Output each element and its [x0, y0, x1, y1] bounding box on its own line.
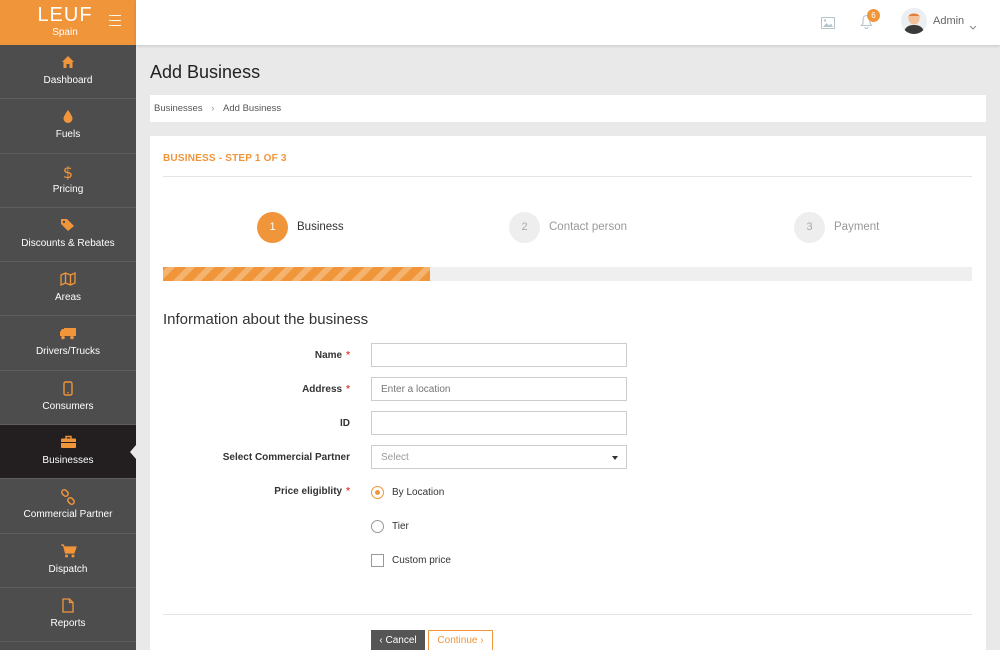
- sidebar-item-label: Reports: [50, 617, 86, 629]
- sidebar-item-fuels[interactable]: Fuels: [0, 99, 136, 154]
- dollar-icon: $: [0, 164, 136, 180]
- chevron-right-icon: ›: [211, 103, 215, 114]
- sidebar-item-label: Fuels: [55, 129, 81, 141]
- option-label-tier: Tier: [392, 521, 409, 532]
- option-label-custom-price: Custom price: [392, 555, 451, 566]
- cancel-button[interactable]: ‹ Cancel: [371, 630, 425, 650]
- step-number: 3: [794, 212, 825, 243]
- sidebar-item-dispatch[interactable]: Dispatch: [0, 534, 136, 588]
- svg-text:$: $: [63, 164, 73, 180]
- image-icon[interactable]: [821, 16, 835, 34]
- breadcrumb: Businesses › Add Business: [150, 95, 986, 122]
- section-title: Information about the business: [163, 311, 369, 328]
- menu-toggle-icon[interactable]: [109, 15, 121, 26]
- name-label: Name *: [314, 350, 350, 361]
- topbar: 6 Admin: [136, 0, 1000, 45]
- radio-by-location[interactable]: [371, 486, 384, 499]
- step-title: BUSINESS - STEP 1 OF 3: [163, 153, 287, 164]
- briefcase-icon: [0, 435, 136, 451]
- partner-label: Select Commercial Partner: [222, 452, 350, 463]
- option-label-by-location: By Location: [392, 487, 445, 498]
- divider: [163, 614, 972, 615]
- drop-icon: [0, 109, 136, 125]
- sidebar-item-drivers[interactable]: Drivers/Trucks: [0, 316, 136, 371]
- truck-icon: [0, 326, 136, 342]
- link-icon: [0, 489, 136, 506]
- sidebar-item-commercial-partner[interactable]: Commercial Partner: [0, 479, 136, 534]
- continue-button[interactable]: Continue ›: [428, 630, 493, 650]
- sidebar-item-consumers[interactable]: Consumers: [0, 371, 136, 426]
- checkbox-custom-price[interactable]: [371, 554, 384, 567]
- tags-icon: [0, 218, 136, 234]
- address-field[interactable]: [371, 377, 627, 401]
- user-name[interactable]: Admin: [933, 15, 964, 27]
- sidebar-item-label: Drivers/Trucks: [35, 346, 101, 358]
- home-icon: [0, 55, 136, 71]
- sidebar-item-label: Pricing: [52, 183, 84, 195]
- sidebar-item-label: Commercial Partner: [23, 509, 113, 521]
- sidebar-item-label: Businesses: [42, 455, 94, 467]
- sidebar-item-reports[interactable]: Reports: [0, 588, 136, 643]
- brand-country: Spain: [52, 27, 78, 38]
- notification-badge: 6: [867, 9, 880, 22]
- sidebar-item-label: Areas: [54, 292, 82, 304]
- cart-icon: [0, 544, 136, 560]
- mobile-icon: [0, 381, 136, 397]
- sidebar-item-label: Dispatch: [48, 563, 88, 575]
- step-label: Payment: [834, 221, 880, 233]
- wizard-progress-bar: [163, 267, 972, 281]
- breadcrumb-item-businesses[interactable]: Businesses: [154, 103, 203, 114]
- radio-tier[interactable]: [371, 520, 384, 533]
- breadcrumb-item-current: Add Business: [223, 103, 282, 114]
- sidebar-item-pricing[interactable]: $ Pricing: [0, 154, 136, 208]
- sidebar-item-label: Consumers: [42, 400, 94, 412]
- id-label: ID: [340, 418, 350, 429]
- address-label: Address *: [302, 384, 350, 395]
- map-icon: [0, 272, 136, 288]
- file-icon: [0, 598, 136, 614]
- partner-select[interactable]: Select: [371, 445, 627, 469]
- id-field[interactable]: [371, 411, 627, 435]
- name-field[interactable]: [371, 343, 627, 367]
- chevron-down-icon[interactable]: [969, 17, 977, 35]
- caret-down-icon[interactable]: [612, 456, 618, 460]
- progress-fill: [163, 267, 430, 281]
- step-number: 1: [257, 212, 288, 243]
- page-title: Add Business: [150, 62, 261, 82]
- avatar[interactable]: [901, 8, 927, 34]
- step-label: Business: [297, 221, 344, 233]
- partner-select-value: Select: [381, 452, 409, 463]
- step-label: Contact person: [549, 221, 627, 233]
- step-number: 2: [509, 212, 540, 243]
- sidebar-item-dashboard[interactable]: Dashboard: [0, 45, 136, 100]
- sidebar-item-label: Discounts & Rebates: [21, 237, 115, 249]
- sidebar-item-discounts[interactable]: Discounts & Rebates: [0, 208, 136, 263]
- wizard-card: BUSINESS - STEP 1 OF 3 1 Business 2 Cont…: [150, 136, 986, 650]
- brand: LEUF Spain: [0, 0, 136, 45]
- price-label: Price eligiblity *: [274, 486, 350, 497]
- sidebar-item-areas[interactable]: Areas: [0, 262, 136, 317]
- sidebar-item-label: Dashboard: [43, 75, 93, 86]
- sidebar-item-businesses[interactable]: Businesses: [0, 425, 136, 480]
- divider: [163, 176, 972, 177]
- sidebar: LEUF Spain Dashboard Fuels $ Pricing Dis…: [0, 0, 136, 650]
